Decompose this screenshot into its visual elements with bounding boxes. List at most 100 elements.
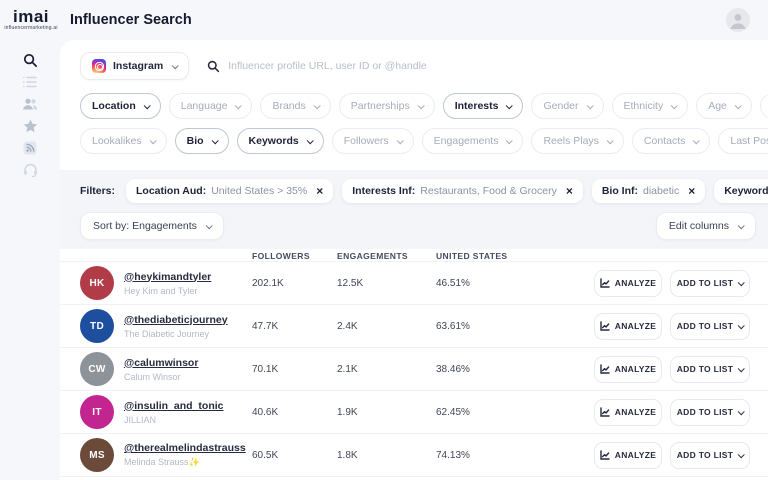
platform-select[interactable]: Instagram [80,52,189,80]
chart-icon [600,450,610,460]
sidebar-item-feed[interactable] [0,137,60,159]
add-to-list-label: ADD TO LIST [677,407,734,417]
filter-group-chip[interactable]: Language [169,93,253,119]
filter-group-chip[interactable]: Audience Type [760,93,768,119]
add-to-list-button[interactable]: ADD TO LIST [670,399,750,426]
sidebar-item-support[interactable] [0,159,60,181]
influencer-name: Calum Winsor [124,372,198,382]
filter-group-chip[interactable]: Last Post [718,128,768,154]
influencer-search-input[interactable] [228,60,748,72]
engagements-value: 12.5K [337,278,436,289]
chevron-down-icon [506,102,513,109]
table-body: HK @heykimandtyler Hey Kim and Tyler 202… [60,261,768,476]
filter-group-chip[interactable]: Bio [175,128,229,154]
filter-group-label: Engagements [434,135,499,147]
filter-group-chip[interactable]: Contacts [632,128,710,154]
chevron-down-icon [671,102,678,109]
analyze-button[interactable]: ANALYZE [594,442,662,469]
filter-group-chip[interactable]: Lookalikes [80,128,167,154]
sort-row: Sort by: Engagements Edit columns [80,212,756,240]
filter-chip-row-2: Lookalikes Bio Keywords Followers Engage… [60,128,768,154]
analyze-button[interactable]: ANALYZE [594,399,662,426]
add-to-list-button[interactable]: ADD TO LIST [670,356,750,383]
profile-cell: CW @calumwinsor Calum Winsor [80,352,252,386]
filter-group-chip[interactable]: Interests [443,93,524,119]
filter-group-label: Lookalikes [92,135,142,147]
analyze-label: ANALYZE [615,364,656,374]
filter-group-label: Followers [344,135,389,147]
remove-filter-icon[interactable]: × [316,186,323,196]
filter-group-chip[interactable]: Followers [332,128,414,154]
followers-value: 70.1K [252,364,337,375]
chart-icon [600,321,610,331]
sort-by-dropdown[interactable]: Sort by: Engagements [80,212,224,240]
sidebar-item-lists[interactable] [0,71,60,93]
chevron-down-icon [172,62,179,69]
influencer-handle-link[interactable]: @insulin_and_tonic [124,400,224,412]
platform-select-value: Instagram [113,60,163,72]
add-to-list-button[interactable]: ADD TO LIST [670,313,750,340]
influencer-handle-link[interactable]: @heykimandtyler [124,271,211,283]
table-header: FOLLOWERS ENGAGEMENTS UNITED STATES [60,251,768,261]
chevron-down-icon [313,102,320,109]
filter-group-label: Keywords [249,135,299,147]
analyze-button[interactable]: ANALYZE [594,356,662,383]
filter-group-label: Age [708,100,727,112]
user-avatar[interactable] [726,8,750,32]
sort-by-value: Sort by: Engagements [93,220,197,232]
edit-columns-dropdown[interactable]: Edit columns [656,212,756,240]
filter-group-chip[interactable]: Keywords [237,128,324,154]
add-to-list-button[interactable]: ADD TO LIST [670,270,750,297]
chevron-down-icon [693,137,700,144]
remove-filter-icon[interactable]: × [566,186,573,196]
influencer-handle-link[interactable]: @calumwinsor [124,357,198,369]
filter-group-label: Partnerships [351,100,410,112]
avatar-initials: MS [89,450,105,461]
column-followers: FOLLOWERS [252,251,337,261]
filter-group-label: Interests [455,100,499,112]
filter-group-chip[interactable]: Reels Plays [531,128,623,154]
chevron-down-icon [143,102,150,109]
followers-value: 202.1K [252,278,337,289]
filter-group-chip[interactable]: Gender [531,93,603,119]
filter-group-chip[interactable]: Partnerships [339,93,435,119]
table-row: IT @insulin_and_tonic JILLIAN 40.6K 1.9K… [60,390,768,433]
sidebar-item-influencers[interactable] [0,93,60,115]
add-to-list-button[interactable]: ADD TO LIST [670,442,750,469]
sidebar-item-favorites[interactable] [0,115,60,137]
sidebar [0,40,60,480]
applied-filter-chip: Keyword Inf: diabetes × [714,179,768,203]
profile-cell: TD @thediabeticjourney The Diabetic Jour… [80,309,252,343]
profile-text: @heykimandtyler Hey Kim and Tyler [124,271,211,296]
sidebar-item-search[interactable] [0,49,60,71]
analyze-button[interactable]: ANALYZE [594,270,662,297]
analyze-button[interactable]: ANALYZE [594,313,662,340]
chevron-down-icon [738,365,745,372]
united-states-value: 46.51% [436,278,594,289]
influencer-handle-link[interactable]: @thediabeticjourney [124,314,228,326]
table-row: TD @thediabeticjourney The Diabetic Jour… [60,304,768,347]
influencer-handle-link[interactable]: @therealmelindastrauss [124,442,246,454]
profile-text: @therealmelindastrauss Melinda Strauss✨ [124,442,246,468]
filter-group-chip[interactable]: Ethnicity [612,93,689,119]
applied-filter-chip: Bio Inf: diabetic × [592,179,705,203]
filter-group-label: Bio [187,135,204,147]
filters-label: Filters: [80,185,115,197]
add-to-list-label: ADD TO LIST [677,321,734,331]
filter-group-chip[interactable]: Brands [260,93,330,119]
analyze-label: ANALYZE [615,450,656,460]
filter-group-chip[interactable]: Location [80,93,161,119]
applied-filters-band: Filters: Location Aud: United States > 3… [60,170,768,249]
filter-chip-row-1: Location Language Brands Partnerships In… [60,93,768,119]
followers-value: 47.7K [252,321,337,332]
remove-filter-icon[interactable]: × [688,186,695,196]
filter-group-chip[interactable]: Engagements [422,128,524,154]
avatar-initials: HK [89,278,104,289]
chevron-down-icon [306,137,313,144]
filter-group-chip[interactable]: Age [696,93,752,119]
applied-filter-name: Keyword Inf: [724,185,768,197]
column-engagements: ENGAGEMENTS [337,251,436,261]
engagements-value: 1.8K [337,450,436,461]
brand-logo[interactable]: imai influencermarketing.ai [0,9,60,31]
chevron-down-icon [396,137,403,144]
